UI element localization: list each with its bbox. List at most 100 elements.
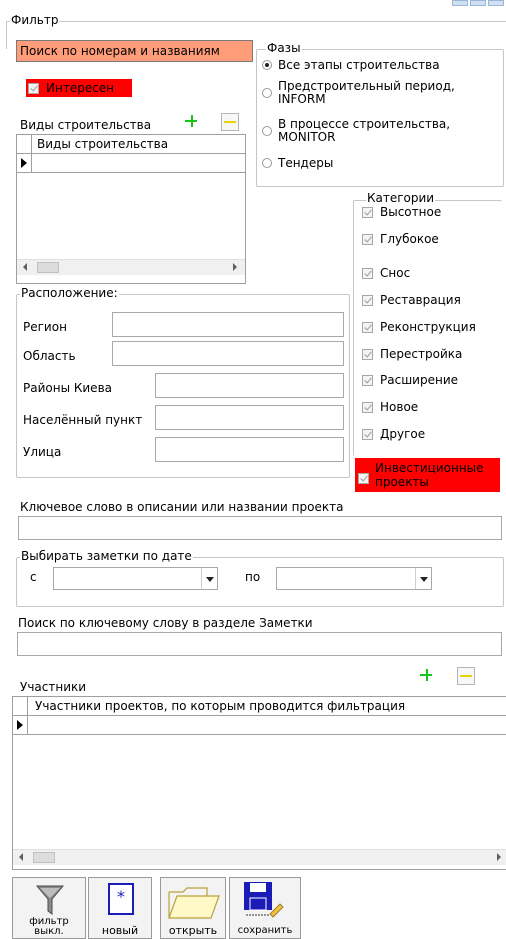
category-label-expansion: Расширение [380, 373, 458, 387]
construction-types-grid[interactable]: Виды строительства [16, 134, 246, 284]
filter-toggle-button[interactable]: фильтр выкл. [12, 877, 86, 939]
keyword-label: Ключевое слово в описании или названии п… [20, 500, 344, 514]
scroll-left-icon[interactable] [23, 263, 27, 271]
save-button[interactable]: сохранить [229, 877, 301, 939]
category-checkbox-other[interactable] [362, 429, 373, 440]
folder-icon [168, 887, 220, 919]
phase-label-tenders: Тендеры [278, 156, 334, 170]
dropdown-arrow-icon[interactable] [201, 568, 217, 589]
phase-radio-preconstruction[interactable] [262, 88, 272, 98]
participants-column-header[interactable]: Участники проектов, по которым проводитс… [35, 699, 405, 713]
notes-keyword-field[interactable] [17, 632, 502, 656]
row-indicator [13, 716, 28, 734]
interesting-checkbox[interactable] [28, 83, 39, 94]
construction-types-column-header[interactable]: Виды строительства [37, 137, 168, 151]
search-numbers-label[interactable]: Поиск по номерам и названиям [16, 40, 253, 62]
investment-projects-checkbox[interactable] [358, 473, 369, 484]
window-maximize-button[interactable] [470, 0, 486, 6]
notes-date-to-combo[interactable] [276, 567, 432, 590]
window-close-button[interactable] [488, 0, 504, 6]
scroll-right-icon[interactable] [497, 853, 501, 861]
notes-date-from-label: с [30, 570, 37, 584]
category-checkbox-new[interactable] [362, 402, 373, 413]
scroll-thumb[interactable] [33, 852, 55, 863]
construction-types-remove-button[interactable] [221, 113, 239, 131]
filter-toggle-label: фильтр выкл. [29, 916, 69, 937]
open-button-label: открыть [168, 924, 218, 937]
category-checkbox-deep[interactable] [362, 234, 373, 245]
oblast-field[interactable] [112, 341, 344, 366]
region-label: Регион [23, 320, 67, 334]
filter-group-title: Фильтр [10, 13, 60, 27]
category-checkbox-highrise[interactable] [362, 207, 373, 218]
category-label-reconstruction: Реконструкция [380, 320, 476, 334]
street-field[interactable] [155, 437, 344, 462]
funnel-icon [35, 885, 65, 915]
new-document-icon: * [108, 883, 134, 915]
category-checkbox-rebuild[interactable] [362, 349, 373, 360]
categories-group-title: Категории [366, 191, 436, 205]
filter-group-line-left [6, 21, 7, 49]
street-label: Улица [23, 445, 62, 459]
grid-header-indicator [17, 135, 32, 153]
kyiv-districts-field[interactable] [155, 373, 344, 398]
open-button[interactable]: открыть [160, 877, 226, 939]
phase-radio-tenders[interactable] [262, 158, 272, 168]
participants-add-button[interactable] [418, 667, 436, 685]
keyword-field[interactable] [18, 516, 502, 540]
search-numbers-label-text: Поиск по номерам и названиям [20, 44, 220, 58]
construction-types-hscroll[interactable] [17, 259, 245, 275]
category-checkbox-expansion[interactable] [362, 375, 373, 386]
dropdown-arrow-icon[interactable] [415, 568, 431, 589]
category-checkbox-reconstruction[interactable] [362, 322, 373, 333]
notes-date-from-combo[interactable] [53, 567, 218, 590]
category-label-demolition: Снос [380, 266, 411, 280]
phase-label-all: Все этапы строительства [278, 58, 440, 72]
phase-label-preconstruction: Предстроительный период, INFORM [278, 79, 455, 106]
grid-header-indicator [13, 697, 28, 715]
construction-types-add-button[interactable] [183, 113, 201, 131]
kyiv-districts-label: Районы Киева [23, 381, 112, 395]
participants-grid-header: Участники проектов, по которым проводитс… [13, 697, 506, 716]
settlement-label: Населённый пункт [23, 413, 143, 427]
category-label-other: Другое [380, 427, 426, 441]
category-label-restoration: Реставрация [380, 293, 461, 307]
participants-hscroll[interactable] [13, 849, 506, 865]
svg-text:*: * [117, 887, 125, 906]
phase-radio-in-progress[interactable] [262, 126, 272, 136]
region-field[interactable] [112, 312, 344, 337]
scroll-right-icon[interactable] [233, 263, 237, 271]
investment-projects-label: Инвестиционные проекты [375, 461, 484, 489]
construction-types-label: Виды строительства [20, 118, 152, 132]
scroll-left-icon[interactable] [19, 853, 23, 861]
phase-radio-all[interactable] [262, 60, 272, 70]
save-button-label: сохранить [237, 925, 293, 936]
participants-grid[interactable]: Участники проектов, по которым проводитс… [12, 696, 506, 870]
interesting-label: Интересен [46, 81, 115, 95]
new-button[interactable]: * новый [88, 877, 152, 939]
investment-projects-row[interactable]: Инвестиционные проекты [355, 458, 500, 492]
row-pointer-icon [21, 158, 27, 168]
category-checkbox-demolition[interactable] [362, 268, 373, 279]
scroll-thumb[interactable] [37, 262, 59, 273]
construction-types-current-row[interactable] [17, 154, 245, 173]
window-minimize-button[interactable] [452, 0, 468, 6]
category-label-deep: Глубокое [380, 232, 439, 246]
notes-keyword-label: Поиск по ключевому слову в разделе Замет… [18, 616, 313, 630]
category-label-new: Новое [380, 400, 419, 414]
phase-label-in-progress: В процессе строительства, MONITOR [278, 117, 451, 144]
category-label-rebuild: Перестройка [380, 347, 463, 361]
category-checkbox-restoration[interactable] [362, 295, 373, 306]
participants-current-row[interactable] [13, 716, 506, 735]
construction-types-grid-header: Виды строительства [17, 135, 245, 154]
participants-remove-button[interactable] [457, 667, 475, 685]
window-controls [452, 0, 506, 7]
notes-date-group-title: Выбирать заметки по дате [20, 549, 193, 563]
location-group-title: Расположение: [20, 286, 119, 300]
category-label-highrise: Высотное [380, 205, 442, 219]
new-button-label: новый [101, 924, 139, 937]
interesting-checkbox-row[interactable]: Интересен [26, 79, 132, 97]
settlement-field[interactable] [155, 405, 344, 430]
floppy-disk-icon [244, 882, 284, 918]
filter-group-line [6, 21, 506, 22]
